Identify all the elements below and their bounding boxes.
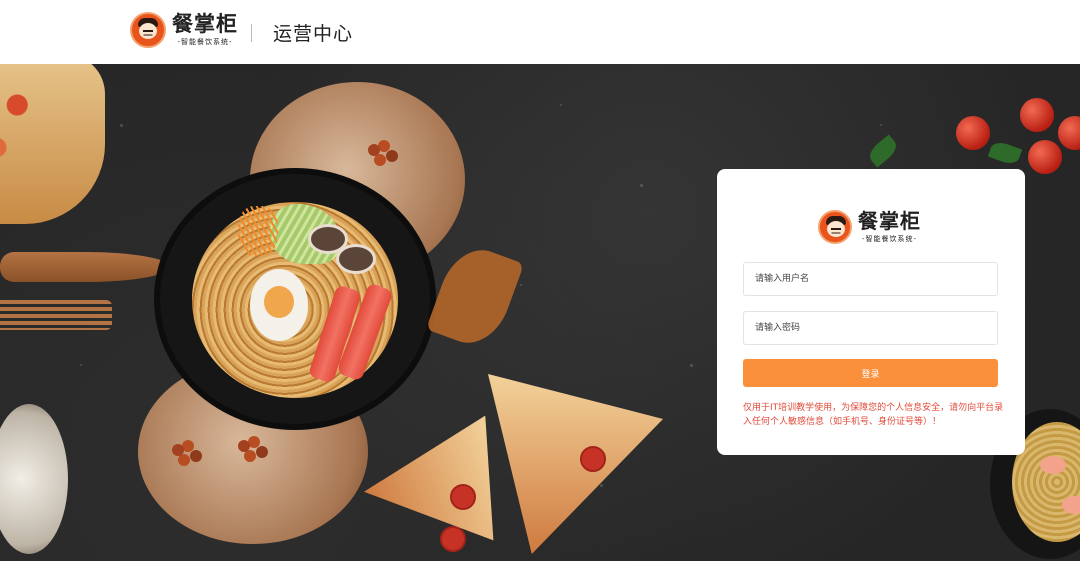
login-brand-name: 餐掌柜 [858, 209, 921, 233]
top-header: 餐掌柜 -智能餐饮系统- 运营中心 [0, 0, 1080, 64]
shrimp [1040, 456, 1066, 474]
pepperoni [450, 484, 476, 510]
pizza-top-left [0, 64, 105, 224]
autumn-leaf [425, 239, 525, 354]
berries [172, 444, 184, 456]
page-title: 运营中心 [273, 23, 354, 45]
wooden-fork [0, 300, 112, 330]
berries [368, 144, 380, 156]
brand: 餐掌柜 -智能餐饮系统- [130, 12, 238, 48]
tomato [1058, 116, 1080, 150]
mushroom [336, 244, 376, 274]
security-notice: 仅用于IT培训教学使用，为保障您的个人信息安全，请勿向平台录入任何个人敏感信息（… [743, 403, 1004, 427]
basil-leaf [865, 134, 901, 168]
login-brand: 餐掌柜 -智能餐饮系统- [818, 210, 921, 244]
login-brand-tagline: -智能餐饮系统- [861, 235, 918, 243]
egg-yolk [264, 286, 294, 318]
pepperoni [440, 526, 466, 552]
brand-tagline: -智能餐饮系统- [177, 38, 233, 46]
carrot-garnish [238, 206, 278, 256]
tomato [1020, 98, 1054, 132]
pepperoni [580, 446, 606, 472]
basil-leaf [987, 139, 1023, 167]
header-divider [251, 24, 252, 42]
tomato [956, 116, 990, 150]
chef-logo-icon [818, 210, 852, 244]
username-input[interactable] [743, 262, 998, 296]
brand-name: 餐掌柜 [172, 11, 238, 36]
login-button[interactable]: 登录 [743, 359, 998, 387]
brand-text: 餐掌柜 -智能餐饮系统- [172, 13, 238, 47]
pizza-slice [488, 374, 663, 554]
wooden-spoon [0, 252, 170, 282]
chef-logo-icon [130, 12, 166, 48]
flour-bowl [0, 404, 68, 554]
berries [238, 440, 250, 452]
password-input[interactable] [743, 311, 998, 345]
tomato [1028, 140, 1062, 174]
login-brand-text: 餐掌柜 -智能餐饮系统- [858, 210, 921, 244]
